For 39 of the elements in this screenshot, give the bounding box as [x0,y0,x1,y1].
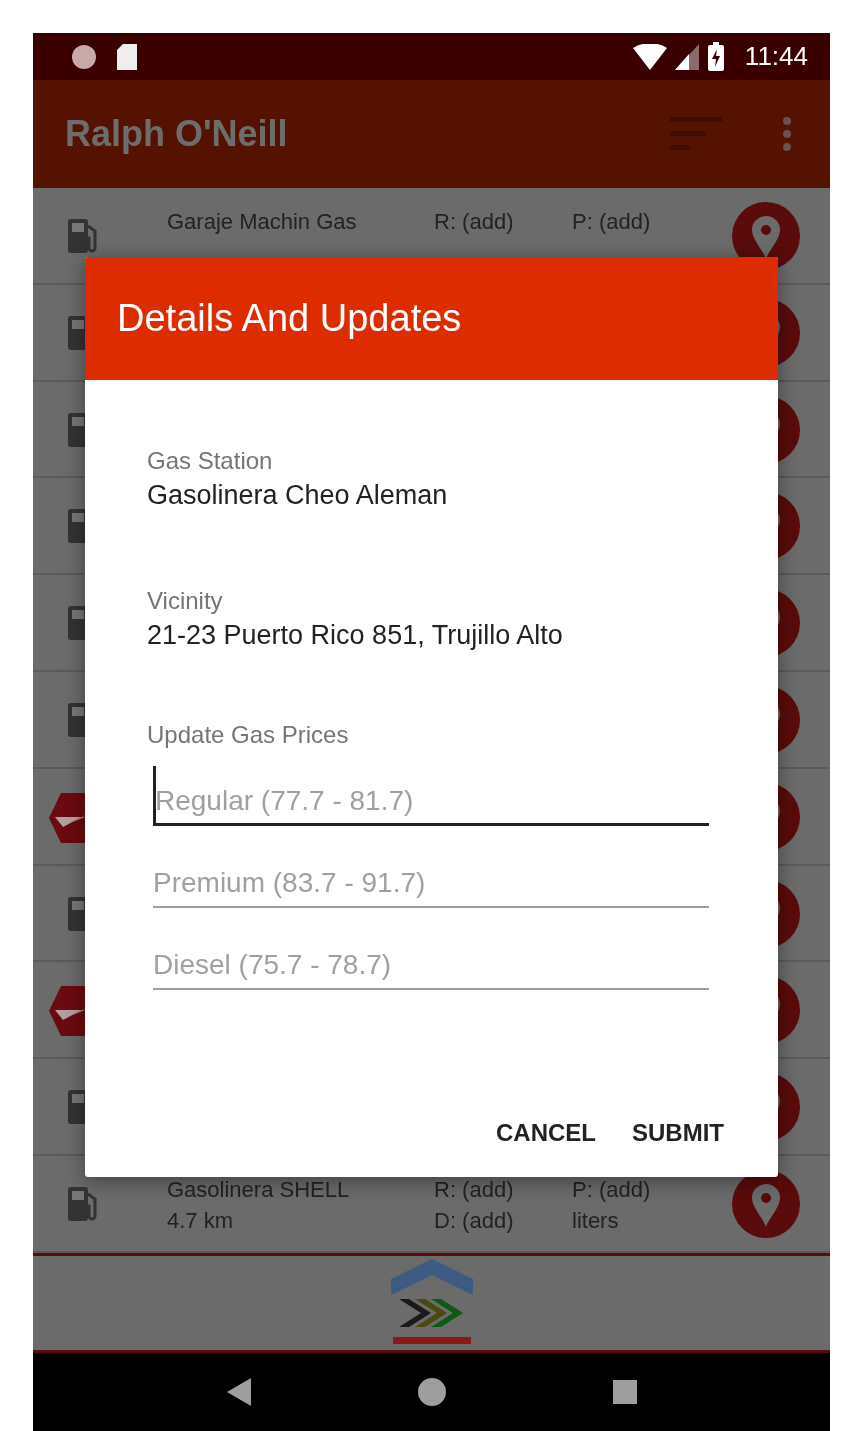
app-title: Ralph O'Neill [65,113,289,155]
home-icon[interactable] [417,1377,446,1406]
notification-dot-icon [70,42,98,71]
regular-price: R: (add) [434,1175,514,1204]
map-pin-icon[interactable] [732,1169,800,1238]
diesel-price: D: (add) [434,1206,514,1235]
recents-icon[interactable] [612,1379,637,1404]
premium-price: P: (add) [572,208,651,236]
field-value: 21-23 Puerto Rico 851, Trujillo Alto [147,619,563,652]
more-options-icon[interactable] [782,117,792,151]
regular-price: R: (add) [434,208,514,236]
section-label: Update Gas Prices [147,720,349,750]
premium-price: P: (add) [572,1175,651,1204]
input-field[interactable]: Premium (83.7 - 91.7) [153,848,709,908]
dialog-button[interactable]: CANCEL [488,1109,604,1157]
wifi-icon [632,43,667,70]
dialog-title: Details And Updates [117,297,462,340]
fuel-pump-icon [67,605,85,642]
fuel-pump-icon [67,508,85,545]
fuel-pump-icon [67,1089,85,1126]
field-label: Vicinity [147,586,223,616]
fuel-pump-icon [67,411,85,448]
sd-card-icon [116,42,138,71]
status-time: 11:44 [744,41,808,72]
station-distance: 4.7 km [167,1206,235,1235]
input-field[interactable]: Regular (77.7 - 81.7) [153,766,709,826]
fuel-pump-icon [67,702,85,738]
dialog-button[interactable]: SUBMIT [624,1109,732,1157]
input-field[interactable]: Diesel (75.7 - 78.7) [153,930,709,990]
signal-icon [674,43,699,70]
fuel-pump-icon [67,895,85,932]
field-value: Gasolinera Cheo Aleman [147,479,448,512]
fuel-pump-icon [67,314,85,351]
station-name: Gasolinera SHELL [167,1175,350,1204]
battery-icon [706,41,725,72]
field-label: Gas Station [147,446,273,476]
unit-label: liters [572,1206,620,1235]
station-name: Garaje Machin Gas [167,208,357,236]
back-icon[interactable] [226,1377,251,1406]
